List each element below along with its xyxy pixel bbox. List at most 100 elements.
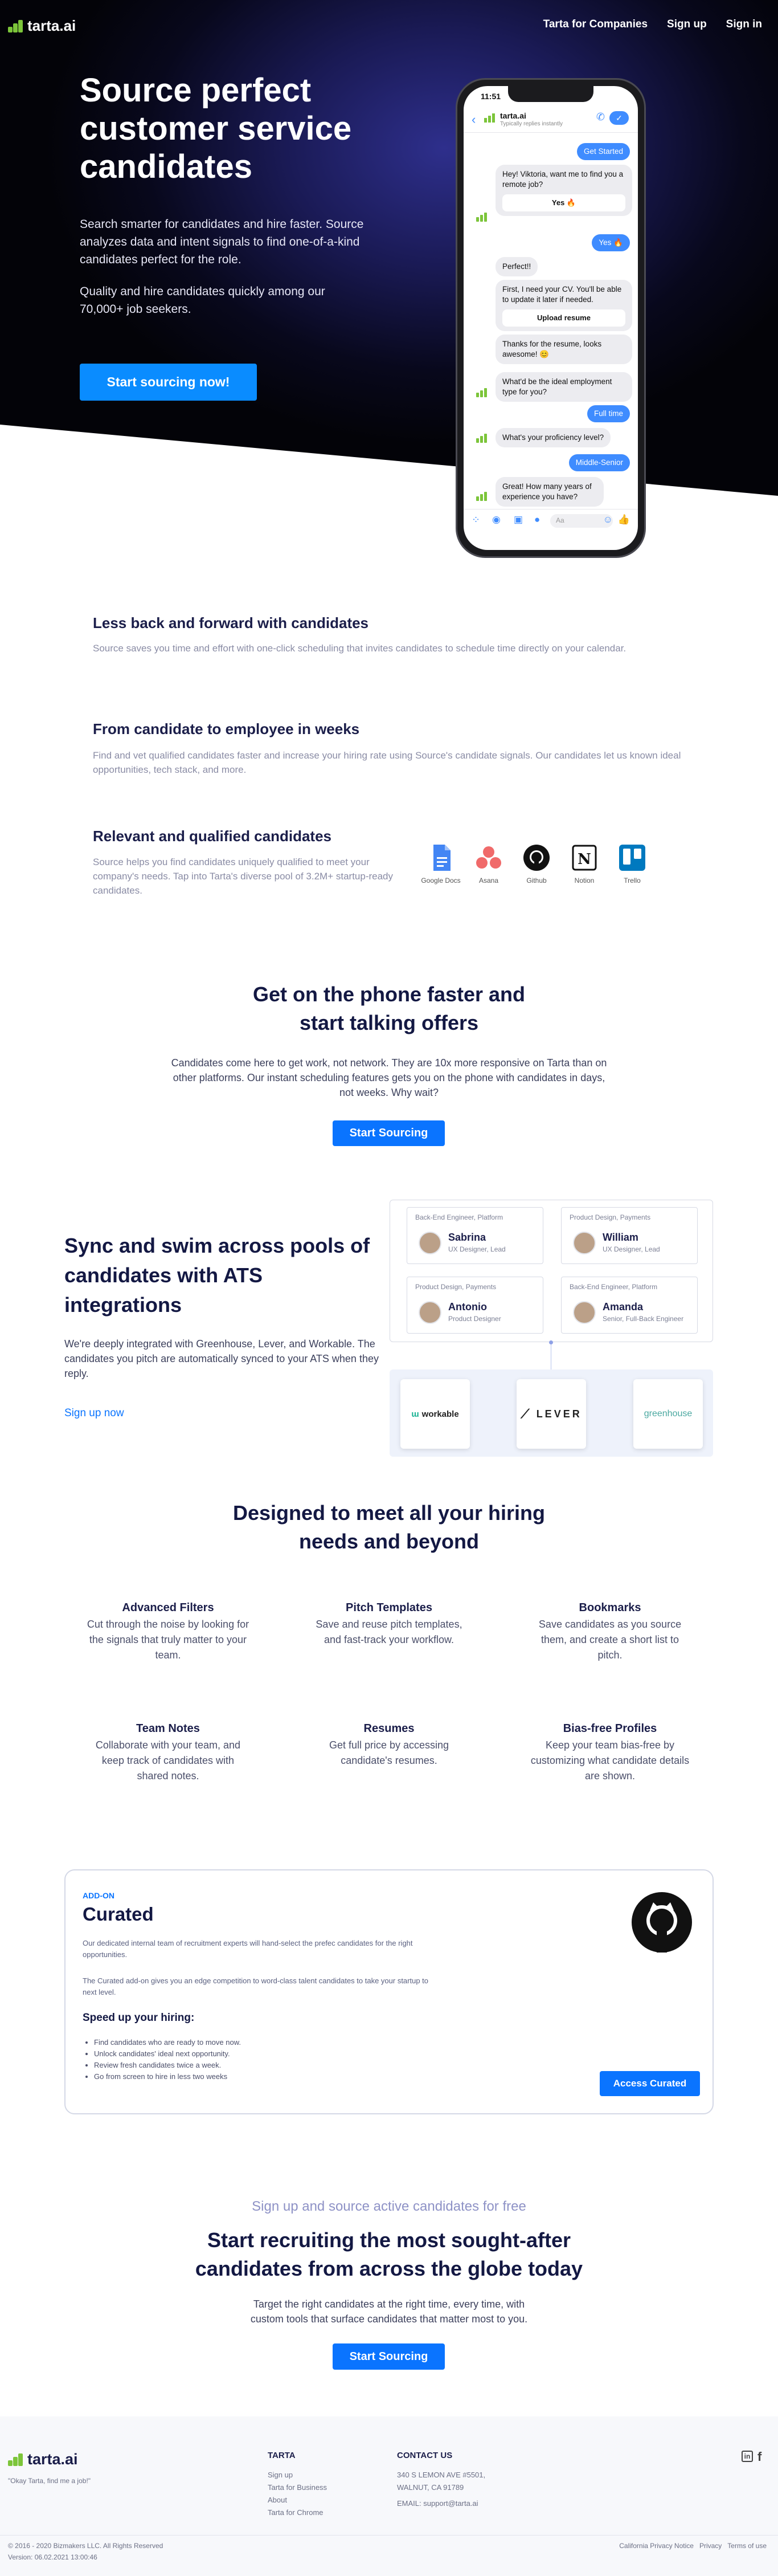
trello-logo: Trello <box>609 843 655 885</box>
feature-team-notes: Team Notes Collaborate with your team, an… <box>85 1722 251 1784</box>
card-position: Product Design, Payments <box>415 1283 497 1291</box>
tool-label: Google Docs <box>421 877 461 885</box>
version: Version: 06.02.2021 13:00:46 <box>8 2553 97 2561</box>
feature-title: Relevant and qualified candidates <box>93 828 331 845</box>
feature-bias-free-profiles: Bias-free Profiles Keep your team bias-fr… <box>527 1722 693 1784</box>
final-text: Target the right candidates at the right… <box>250 2298 528 2325</box>
designed-title: Designed to meet all your hiring needs a… <box>0 1499 778 1556</box>
tarta-logo-icon <box>8 2453 23 2466</box>
contact-status: Typically replies instantly <box>500 121 563 127</box>
sign-up-now-link[interactable]: Sign up now <box>64 1407 124 1420</box>
nav-signup-link[interactable]: Sign up <box>667 18 707 31</box>
nav-signin-link[interactable]: Sign in <box>726 18 762 31</box>
access-curated-button[interactable]: Access Curated <box>600 2071 700 2096</box>
candidate-role: UX Designer, Lead <box>448 1245 506 1253</box>
feature-text: Source saves you time and effort with on… <box>93 643 627 654</box>
candidate-name: Antonio <box>448 1301 487 1313</box>
title-line: needs and beyond <box>298 1530 480 1553</box>
ats-name: workable <box>421 1409 459 1419</box>
legal-links: California Privacy Notice Privacy Terms … <box>619 2540 767 2552</box>
contact-name: tarta.ai <box>500 111 526 120</box>
github-icon <box>630 1891 693 1954</box>
messenger-screen: 11:51 ‹ tarta.ai Typically replies insta… <box>464 86 638 550</box>
list-item: Unlock candidates' ideal next opportunit… <box>94 2048 436 2060</box>
brand-logo[interactable]: tarta.ai <box>8 17 76 35</box>
back-arrow-icon[interactable]: ‹ <box>472 112 476 127</box>
footer-link[interactable]: Tarta for Chrome <box>268 2506 327 2519</box>
emoji-icon[interactable]: ☺ <box>603 514 613 525</box>
feature-name: Pitch Templates <box>346 1601 432 1614</box>
final-title: Start recruiting the most sought-after c… <box>0 2226 778 2283</box>
top-nav: Tarta for Companies Sign up Sign in <box>543 18 762 31</box>
support-email[interactable]: EMAIL: support@tarta.ai <box>397 2497 485 2510</box>
linkedin-icon[interactable]: in <box>742 2451 753 2462</box>
candidate-name: William <box>603 1232 638 1243</box>
message-yes-button[interactable]: Yes 🔥 <box>502 194 625 211</box>
microphone-icon[interactable]: ● <box>534 514 540 525</box>
footer-link[interactable]: Tarta for Business <box>268 2481 327 2494</box>
apps-icon[interactable]: ⁘ <box>472 514 480 526</box>
candidate-role: UX Designer, Lead <box>603 1245 660 1253</box>
chat-header: ‹ tarta.ai Typically replies instantly ✆… <box>464 107 638 133</box>
start-sourcing-button[interactable]: Start Sourcing <box>333 1120 445 1146</box>
thumbs-up-icon[interactable]: 👍 <box>618 514 630 525</box>
message-in: What'd be the ideal employment type for … <box>496 372 632 402</box>
address-line: WALNUT, CA 91789 <box>397 2483 464 2492</box>
google-docs-icon <box>427 843 455 872</box>
footer-divider <box>0 2535 778 2536</box>
sync-text: We're deeply integrated with Greenhouse,… <box>64 1338 379 1379</box>
workable-icon: ɯ <box>411 1409 419 1419</box>
candidate-name: Amanda <box>603 1301 644 1313</box>
message-in: Perfect!! <box>496 257 538 276</box>
phone-call-icon[interactable]: ✆ <box>596 111 605 123</box>
feature-title: From candidate to employee in weeks <box>93 720 360 737</box>
feature-description: Get full price by accessing candidate's … <box>329 1739 449 1766</box>
svg-text:N: N <box>578 851 591 868</box>
message-in: Great! How many years of experience you … <box>496 477 604 507</box>
candidate-card[interactable]: Back-End Engineer, Platform Amanda Senio… <box>561 1277 698 1334</box>
trello-icon <box>618 843 646 872</box>
feature-bookmarks: Bookmarks Save candidates as you source t… <box>527 1601 693 1663</box>
bot-avatar-icon <box>476 388 488 397</box>
lever-logo: ⟋ LEVER <box>517 1379 586 1449</box>
footer-link[interactable]: About <box>268 2494 327 2506</box>
photo-icon[interactable]: ▣ <box>514 514 523 525</box>
hero-start-sourcing-button[interactable]: Start sourcing now! <box>80 364 257 401</box>
check-icon[interactable]: ✓ <box>609 111 629 125</box>
privacy-link[interactable]: Privacy <box>699 2540 722 2552</box>
list-item: Review fresh candidates twice a week. <box>94 2060 436 2071</box>
tarta-logo-icon <box>8 19 23 32</box>
footer-link[interactable]: Sign up <box>268 2469 327 2481</box>
message-in: Hey! Viktoria, want me to find you a rem… <box>496 165 632 216</box>
card-position: Back-End Engineer, Platform <box>570 1283 658 1291</box>
candidate-card[interactable]: Back-End Engineer, Platform Sabrina UX D… <box>407 1207 543 1264</box>
feature-resumes: Resumes Get full price by accessing candi… <box>306 1722 472 1768</box>
upload-resume-button[interactable]: Upload resume <box>502 309 625 327</box>
curated-title: Curated <box>83 1904 154 1925</box>
candidate-card[interactable]: Product Design, Payments Antonio Product… <box>407 1277 543 1334</box>
camera-icon[interactable]: ◉ <box>492 514 501 525</box>
privacy-notice-link[interactable]: California Privacy Notice <box>619 2540 694 2552</box>
hero-description: Search smarter for candidates and hire f… <box>80 218 364 266</box>
footer-contact: 340 S LEMON AVE #5501, WALNUT, CA 91789 … <box>397 2469 485 2510</box>
feature-text: Find and vet qualified candidates faster… <box>93 750 681 775</box>
message-out: Get Started <box>576 143 630 160</box>
card-position: Back-End Engineer, Platform <box>415 1213 503 1221</box>
bot-avatar-icon <box>476 213 488 222</box>
avatar <box>419 1301 441 1324</box>
footer-contact-heading: CONTACT US <box>397 2451 453 2460</box>
candidate-role: Senior, Full-Back Engineer <box>603 1315 684 1323</box>
footer-tagline: "Okay Tarta, find me a job!" <box>8 2477 91 2485</box>
nav-companies-link[interactable]: Tarta for Companies <box>543 18 648 31</box>
google-docs-logo: Google Docs <box>418 843 464 885</box>
footer-tarta-links: Sign up Tarta for Business About Tarta f… <box>268 2469 327 2519</box>
phone-notch <box>508 86 593 102</box>
message-in: First, I need your CV. You'll be able to… <box>496 280 632 331</box>
facebook-icon[interactable]: f <box>757 2449 761 2464</box>
phone-section-title: Get on the phone faster and start talkin… <box>0 980 778 1037</box>
footer-logo[interactable]: tarta.ai <box>8 2451 78 2468</box>
terms-link[interactable]: Terms of use <box>727 2540 767 2552</box>
candidate-card[interactable]: Product Design, Payments William UX Desi… <box>561 1207 698 1264</box>
final-start-sourcing-button[interactable]: Start Sourcing <box>333 2343 445 2370</box>
feature-name: Advanced Filters <box>122 1601 214 1614</box>
